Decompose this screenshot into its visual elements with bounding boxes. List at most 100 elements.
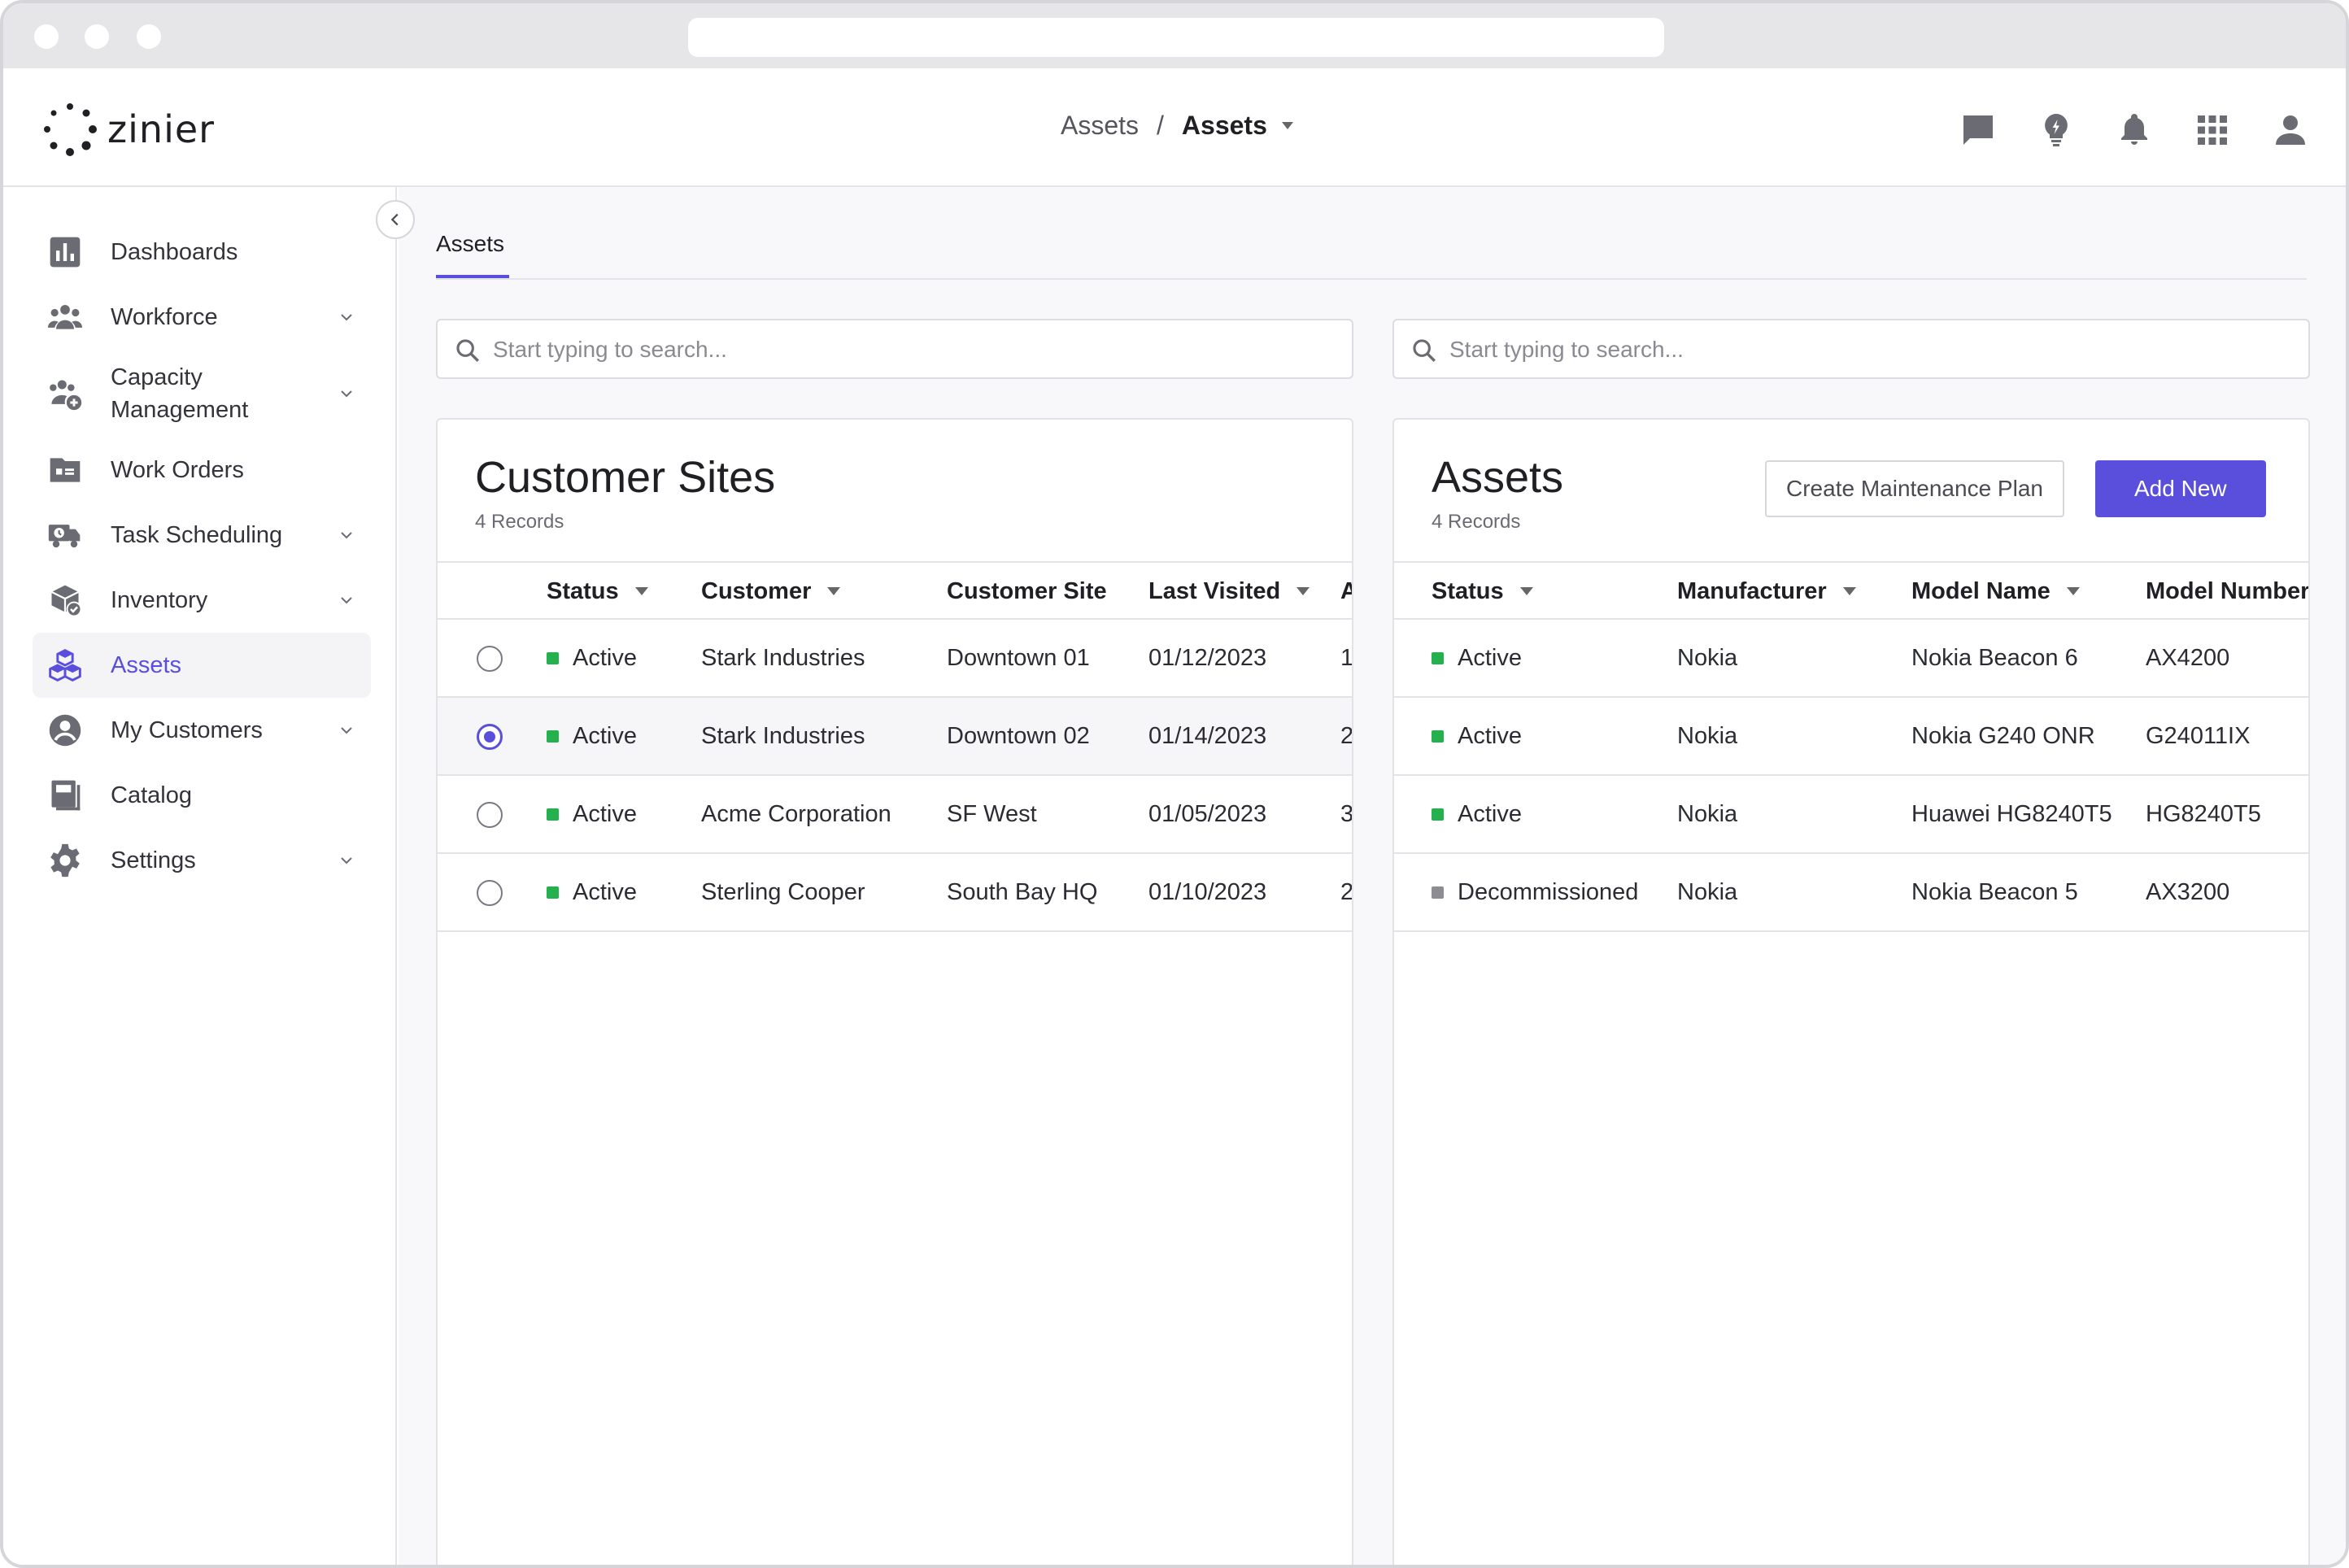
column-header-status[interactable]: Status [1432, 563, 1533, 620]
cell-customer: Stark Industries [701, 723, 865, 749]
bell-icon[interactable] [2115, 111, 2154, 150]
column-header-truncated[interactable]: A [1340, 563, 1352, 620]
window-minimize-control[interactable] [85, 24, 109, 49]
column-header-customer-site[interactable]: Customer Site [947, 563, 1107, 620]
cell-status: Active [1458, 801, 1522, 827]
chevron-down-icon[interactable] [337, 590, 356, 610]
catalog-icon [51, 780, 81, 811]
row-radio[interactable] [477, 646, 503, 672]
column-header-customer[interactable]: Customer [701, 563, 841, 620]
sort-caret-icon[interactable] [2066, 587, 2080, 595]
row-radio[interactable] [477, 880, 503, 906]
tab-assets[interactable]: Assets [436, 231, 504, 257]
add-new-button[interactable]: Add New [2095, 460, 2266, 517]
column-header-status[interactable]: Status [547, 563, 648, 620]
breadcrumb-separator: / [1157, 111, 1164, 140]
breadcrumb: Assets / Assets [1061, 111, 1293, 141]
cell-truncated: 3 [1340, 801, 1353, 827]
table-row[interactable]: Active Acme Corporation SF West 01/05/20… [438, 776, 1352, 854]
table-row[interactable]: Active Sterling Cooper South Bay HQ 01/1… [438, 854, 1352, 932]
address-bar[interactable] [688, 18, 1664, 57]
sort-caret-icon[interactable] [827, 587, 841, 595]
table-header: Status Manufacturer Model Name Model Num… [1394, 561, 2308, 620]
sidebar-item-settings[interactable]: Settings [33, 828, 371, 893]
dashboard-icon [50, 237, 81, 268]
chevron-down-icon[interactable] [337, 307, 356, 327]
chat-icon[interactable] [1959, 111, 1998, 150]
row-radio[interactable] [477, 724, 503, 750]
sidebar-item-assets[interactable]: Assets [33, 633, 371, 698]
assets-search [1392, 319, 2310, 379]
apps-grid-icon[interactable] [2193, 111, 2232, 150]
cell-model-name: Nokia Beacon 5 [1911, 879, 2078, 905]
chevron-down-icon[interactable] [337, 721, 356, 740]
column-header-manufacturer[interactable]: Manufacturer [1677, 563, 1856, 620]
column-label: Customer Site [947, 578, 1107, 604]
row-radio[interactable] [477, 802, 503, 828]
sidebar-item-catalog[interactable]: Catalog [33, 763, 371, 828]
sidebar-item-dashboards[interactable]: Dashboards [33, 220, 371, 285]
logo[interactable]: zinier [42, 101, 215, 158]
breadcrumb-current[interactable]: Assets [1182, 111, 1267, 141]
breadcrumb-caret-icon[interactable] [1281, 122, 1293, 129]
column-header-model-name[interactable]: Model Name [1911, 563, 2080, 620]
sidebar-item-label: Settings [111, 847, 196, 873]
sidebar-item-task-scheduling[interactable]: Task Scheduling [33, 503, 371, 568]
cell-customer: Sterling Cooper [701, 879, 865, 905]
status-indicator [547, 808, 559, 821]
cell-manufacturer: Nokia [1677, 801, 1738, 827]
chevron-down-icon[interactable] [337, 384, 356, 403]
sidebar-item-workforce[interactable]: Workforce [33, 285, 371, 350]
cell-status: Decommissioned [1458, 879, 1639, 905]
sidebar-item-label: Work Orders [111, 457, 244, 483]
cell-last-visited: 01/10/2023 [1148, 879, 1267, 905]
sidebar-item-my-customers[interactable]: My Customers [33, 698, 371, 763]
column-label: Status [547, 578, 619, 604]
sidebar-collapse-button[interactable] [376, 200, 415, 239]
sort-caret-icon[interactable] [1842, 587, 1856, 595]
table-row[interactable]: Active Stark Industries Downtown 01 01/1… [438, 620, 1352, 698]
breadcrumb-parent[interactable]: Assets [1061, 111, 1139, 141]
user-icon[interactable] [2271, 111, 2310, 150]
column-header-model-number[interactable]: Model Number [2146, 563, 2310, 620]
create-maintenance-plan-button[interactable]: Create Maintenance Plan [1765, 460, 2064, 517]
cell-site: Downtown 02 [947, 723, 1090, 749]
chevron-left-icon [390, 213, 399, 226]
sidebar-item-capacity-management[interactable]: Capacity Management [33, 350, 371, 438]
table-row[interactable]: Decommissioned Nokia Nokia Beacon 5 AX32… [1394, 854, 2308, 932]
sort-caret-icon[interactable] [1519, 587, 1533, 595]
column-header-last-visited[interactable]: Last Visited [1148, 563, 1310, 620]
sort-caret-icon[interactable] [634, 587, 648, 595]
sidebar-item-work-orders[interactable]: Work Orders [33, 438, 371, 503]
search-input[interactable] [1449, 330, 2263, 369]
sidebar-item-label: Capacity Management [111, 364, 249, 423]
cell-model-number: HG8240T5 [2146, 801, 2261, 827]
table-row[interactable]: Active Nokia Huawei HG8240T5 HG8240T5 [1394, 776, 2308, 854]
sidebar-item-inventory[interactable]: Inventory [33, 568, 371, 633]
cell-status: Active [573, 879, 637, 905]
table-row[interactable]: Active Nokia Nokia G240 ONR G24011IX [1394, 698, 2308, 776]
window-zoom-control[interactable] [137, 24, 161, 49]
column-label: Status [1432, 578, 1504, 604]
table-row[interactable]: Active Stark Industries Downtown 02 01/1… [438, 698, 1352, 776]
cell-site: SF West [947, 801, 1037, 827]
cell-model-number: G24011IX [2146, 723, 2251, 749]
sidebar: Dashboards Workforce Capacity Management… [3, 187, 397, 1565]
cell-truncated: 2 [1340, 879, 1353, 905]
app-window: zinier Assets / Assets Dashboards Workfo… [0, 0, 2349, 1568]
table-row[interactable]: Active Nokia Nokia Beacon 6 AX4200 [1394, 620, 2308, 698]
cell-manufacturer: Nokia [1677, 645, 1738, 671]
sort-caret-icon[interactable] [1297, 587, 1310, 595]
chevron-down-icon[interactable] [337, 525, 356, 545]
search-input[interactable] [493, 330, 1306, 369]
chevron-down-icon[interactable] [337, 851, 356, 870]
customers-icon [49, 714, 81, 747]
sidebar-item-label: Task Scheduling [111, 522, 283, 548]
lightbulb-icon[interactable] [2037, 111, 2076, 150]
cell-model-number: AX3200 [2146, 879, 2230, 905]
app-header: zinier Assets / Assets [3, 68, 2346, 187]
window-close-control[interactable] [34, 24, 59, 49]
cell-manufacturer: Nokia [1677, 723, 1738, 749]
cell-status: Active [573, 645, 637, 671]
column-label: Model Number [2146, 578, 2310, 604]
